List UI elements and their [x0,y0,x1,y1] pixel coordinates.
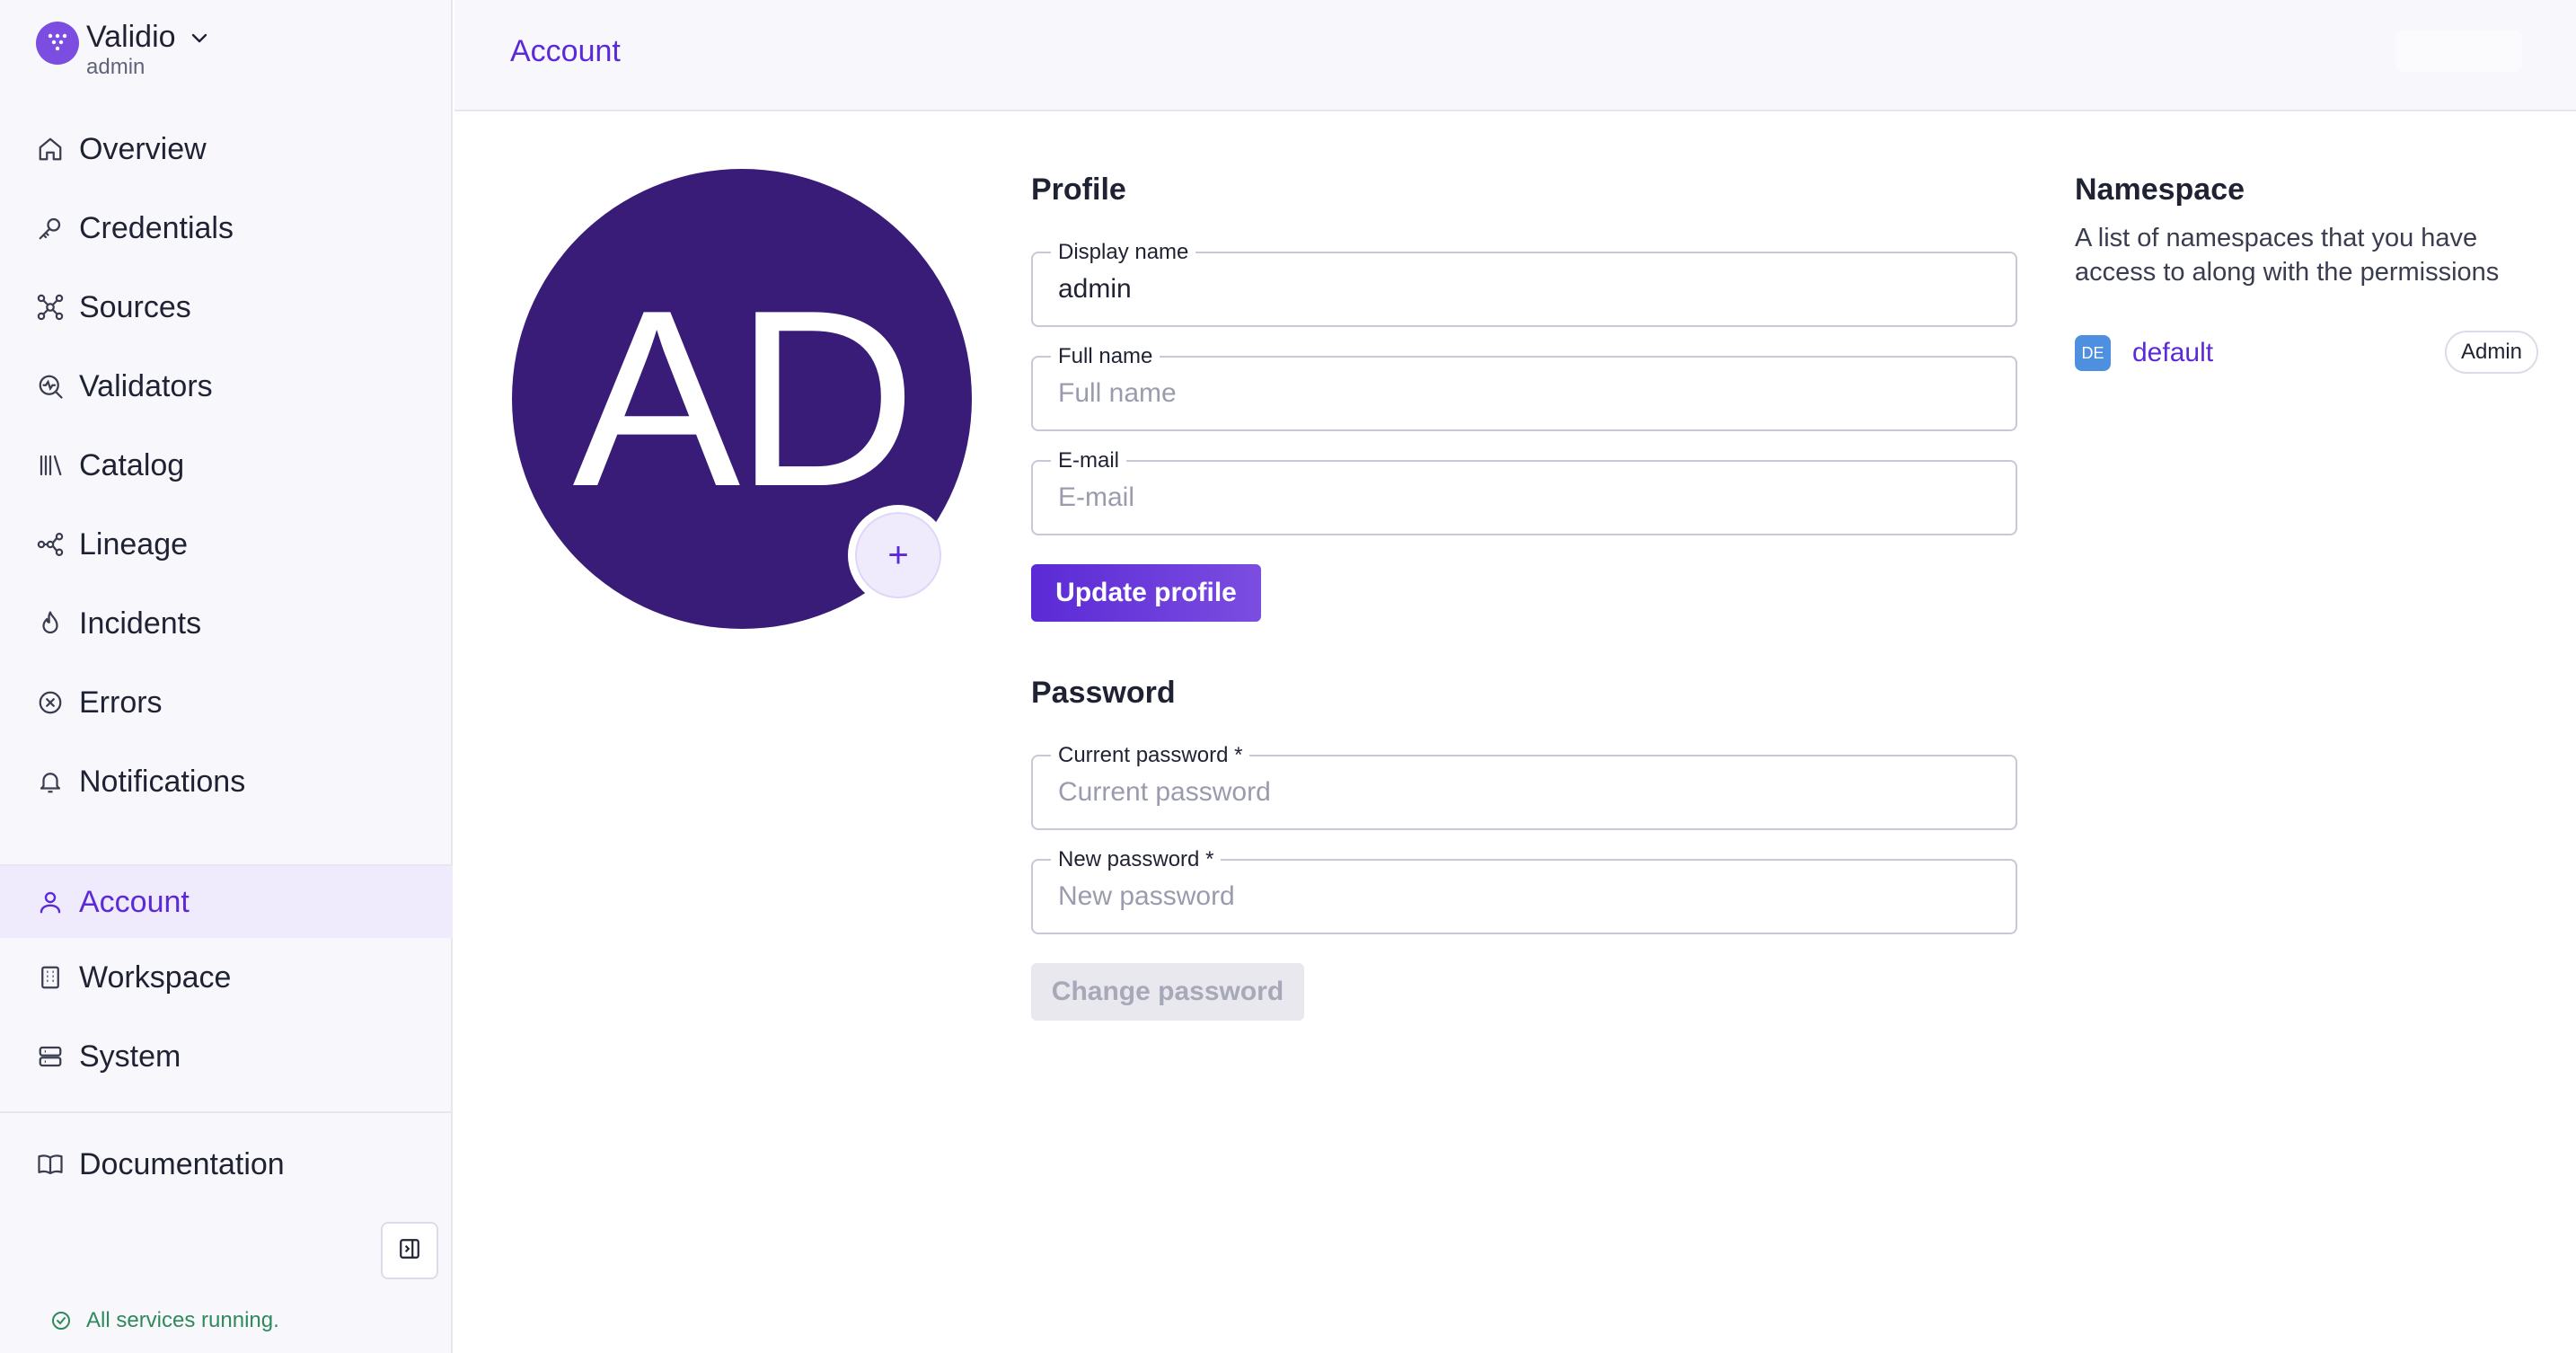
lineage-icon [36,530,65,559]
workspace-role: admin [86,55,146,79]
email-label: E-mail [1051,449,1127,473]
nav-label: Workspace [79,959,232,995]
current-password-field: Current password * [1031,744,2017,830]
chevron-down-icon [189,27,210,49]
namespace-link[interactable]: default [2132,338,2213,368]
email-field: E-mail [1031,449,2017,535]
namespace-badge: DE [2075,335,2111,371]
nav-item-sources[interactable]: Sources [0,268,453,347]
nav-label: Overview [79,131,207,166]
nav-item-notifications[interactable]: Notifications [0,742,453,821]
change-password-button[interactable]: Change password [1031,963,1304,1021]
password-title: Password [1031,676,1176,710]
display-name-field: Display name [1031,241,2017,327]
sidebar: Validio admin Overview Credentials Sourc… [0,0,453,1353]
full-name-input[interactable] [1033,358,2016,429]
nav-label: Documentation [79,1146,285,1181]
page-header: Account [454,0,2576,111]
display-name-label: Display name [1051,241,1196,264]
profile-title: Profile [1031,172,1126,207]
new-password-label: New password * [1051,848,1222,871]
plus-icon: + [855,512,941,598]
sidebar-divider [0,1111,453,1113]
nav-item-workspace[interactable]: Workspace [0,938,453,1017]
nav-item-documentation[interactable]: Documentation [0,1125,453,1204]
full-name-field: Full name [1031,345,2017,431]
home-icon [36,135,65,164]
namespace-title: Namespace [2075,172,2245,207]
workspace-switcher[interactable]: Validio admin [36,20,210,80]
server-icon [36,1042,65,1071]
service-status: All services running. [50,1308,279,1333]
check-circle-icon [50,1310,72,1331]
nav-label: Sources [79,289,191,324]
email-input[interactable] [1033,462,2016,534]
nav-item-lineage[interactable]: Lineage [0,505,453,584]
nav-label: Credentials [79,210,234,245]
nav-label: Catalog [79,447,185,482]
page-title: Account [510,34,621,68]
book-icon [36,1150,65,1179]
namespace-item: DE default Admin [2075,331,2538,374]
status-text: All services running. [86,1308,279,1332]
new-password-field: New password * [1031,848,2017,934]
current-password-label: Current password * [1051,744,1250,767]
nav-label: Incidents [79,606,202,641]
nav-label: Errors [79,685,163,720]
new-password-input[interactable] [1033,861,2016,933]
header-placeholder [2396,31,2522,72]
nav-label: System [79,1039,181,1074]
secondary-nav: Account Workspace System [0,866,453,1096]
nav-label: Lineage [79,526,189,562]
sources-icon [36,293,65,322]
full-name-label: Full name [1051,345,1160,368]
workspace-name: Validio [86,20,176,54]
namespace-description: A list of namespaces that you have acces… [2075,224,2500,287]
nav-item-system[interactable]: System [0,1017,453,1096]
nav-item-account[interactable]: Account [0,866,453,938]
validio-logo-icon [36,22,79,65]
primary-nav: Overview Credentials Sources Validators … [0,110,453,821]
update-profile-button[interactable]: Update profile [1031,564,1261,622]
current-password-input[interactable] [1033,756,2016,828]
key-icon [36,214,65,243]
validators-icon [36,372,65,401]
nav-label: Notifications [79,764,246,799]
nav-item-incidents[interactable]: Incidents [0,584,453,663]
building-icon [36,963,65,992]
nav-item-catalog[interactable]: Catalog [0,426,453,505]
namespace-role-badge: Admin [2444,331,2538,374]
nav-label: Account [79,884,190,919]
collapse-sidebar-button[interactable] [381,1222,438,1279]
bell-icon [36,767,65,796]
docs-nav: Documentation [0,1125,453,1204]
display-name-input[interactable] [1033,253,2016,325]
nav-item-errors[interactable]: Errors [0,663,453,742]
nav-item-overview[interactable]: Overview [0,110,453,189]
change-avatar-button[interactable]: + [848,505,948,606]
nav-item-validators[interactable]: Validators [0,347,453,426]
nav-label: Validators [79,368,213,403]
nav-item-credentials[interactable]: Credentials [0,189,453,268]
sidebar-collapse-icon [398,1237,421,1265]
x-circle-icon [36,688,65,717]
flame-icon [36,609,65,638]
catalog-icon [36,451,65,480]
user-icon [36,888,65,916]
